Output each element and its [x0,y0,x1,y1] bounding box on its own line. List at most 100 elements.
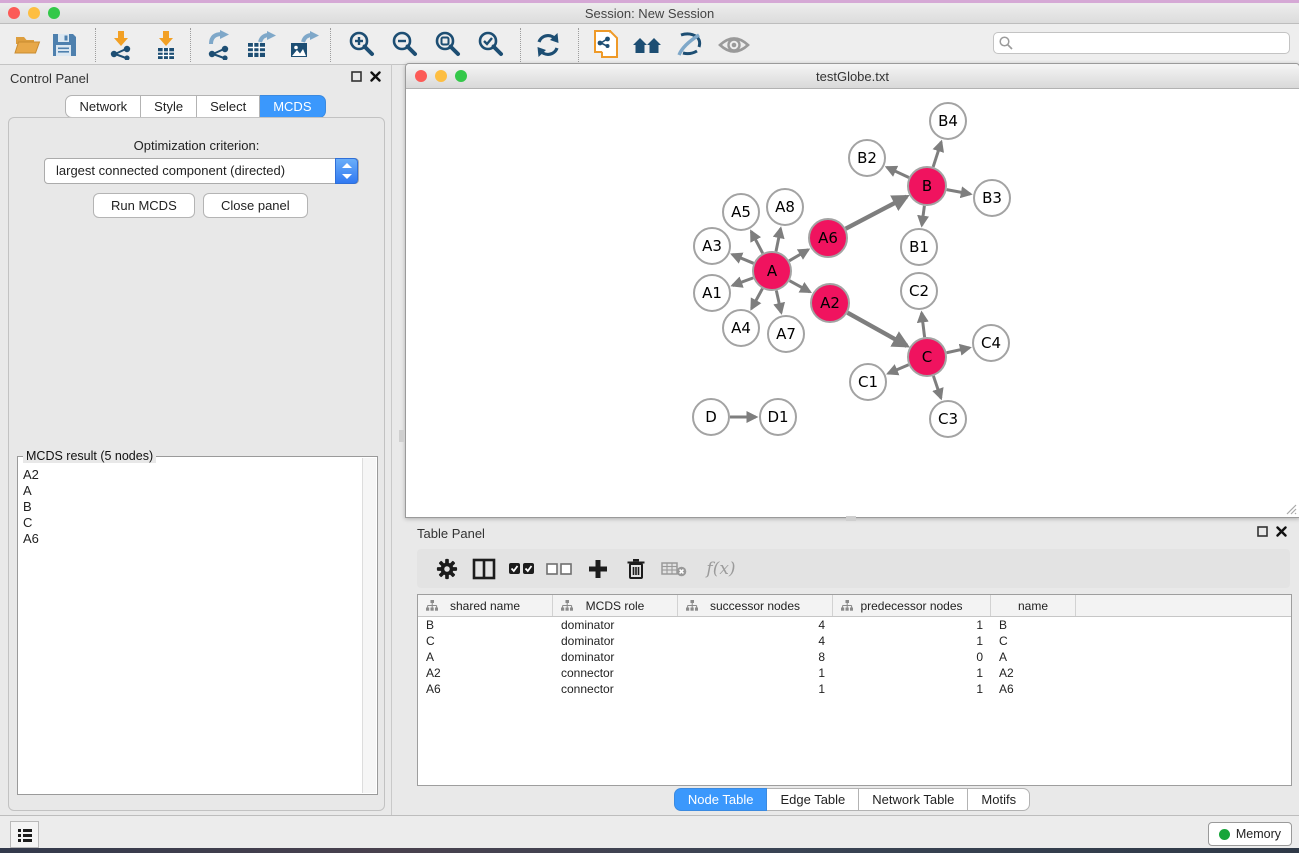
float-panel-icon[interactable] [1257,526,1268,537]
cell-name[interactable]: A2 [991,665,1076,681]
cell-successor-nodes[interactable]: 8 [678,649,833,665]
table-row[interactable]: A6connector11A6 [418,681,1291,697]
tab-select[interactable]: Select [197,95,260,118]
cell-shared-name[interactable]: A [418,649,553,665]
table-row[interactable]: Bdominator41B [418,617,1291,633]
cell-shared-name[interactable]: A2 [418,665,553,681]
edge-A-A7[interactable] [776,291,781,313]
cell-successor-nodes[interactable]: 4 [678,617,833,633]
zoom-fit-icon[interactable] [432,29,464,61]
add-icon[interactable] [583,554,613,584]
cell-mcds-role[interactable]: dominator [553,649,678,665]
select-all-icon[interactable] [507,554,537,584]
export-table-icon[interactable] [245,29,277,61]
tab-style[interactable]: Style [141,95,197,118]
result-item[interactable]: A2 [21,467,361,483]
cell-predecessor-nodes[interactable]: 1 [833,617,991,633]
result-item[interactable]: A6 [21,531,361,547]
table-row[interactable]: Adominator80A [418,649,1291,665]
graphics-details-icon[interactable] [674,29,706,61]
edge-C-C1[interactable] [888,365,908,374]
cell-mcds-role[interactable]: connector [553,665,678,681]
edge-A-A6[interactable] [789,250,808,261]
settings-gear-icon[interactable] [432,554,462,584]
cell-mcds-role[interactable]: dominator [553,633,678,649]
show-columns-icon[interactable] [469,554,499,584]
cell-mcds-role[interactable]: dominator [553,617,678,633]
eye-icon[interactable] [718,29,750,61]
edge-C-C3[interactable] [933,376,941,398]
cell-shared-name[interactable]: C [418,633,553,649]
edge-A-A4[interactable] [752,289,763,309]
save-session-icon[interactable] [48,29,80,61]
tab-network[interactable]: Network [65,95,141,118]
edge-B-B1[interactable] [922,206,925,225]
cell-mcds-role[interactable]: connector [553,681,678,697]
close-panel-button[interactable]: Close panel [203,193,308,218]
column-header-shared-name[interactable]: shared name [418,595,553,616]
cell-predecessor-nodes[interactable]: 1 [833,681,991,697]
import-network-icon[interactable] [105,29,137,61]
task-history-button[interactable] [10,821,39,848]
first-neighbors-icon[interactable] [632,29,664,61]
open-file-icon[interactable] [12,29,44,61]
close-panel-icon[interactable] [370,71,381,82]
edge-A-A8[interactable] [776,229,781,252]
network-canvas[interactable]: A5A8A3AA6A1A4A7A2B2BB4B3B1C2CC4C1C3DD1 [406,89,1297,516]
edge-A-A5[interactable] [751,231,762,253]
network-window-titlebar[interactable]: testGlobe.txt [406,64,1299,89]
edge-C-C2[interactable] [922,313,925,337]
cell-shared-name[interactable]: B [418,617,553,633]
cell-successor-nodes[interactable]: 4 [678,633,833,649]
resize-grip-icon[interactable] [1285,503,1297,515]
search-input[interactable] [993,32,1290,54]
cell-successor-nodes[interactable]: 1 [678,665,833,681]
memory-button[interactable]: Memory [1208,822,1292,846]
edge-A-A3[interactable] [732,254,753,263]
result-item[interactable]: C [21,515,361,531]
column-header-successor-nodes[interactable]: successor nodes [678,595,833,616]
cell-name[interactable]: A6 [991,681,1076,697]
table-row[interactable]: Cdominator41C [418,633,1291,649]
deselect-all-icon[interactable] [544,554,574,584]
tab-motifs[interactable]: Motifs [968,788,1030,811]
zoom-in-icon[interactable] [346,29,378,61]
table-row[interactable]: A2connector11A2 [418,665,1291,681]
result-item[interactable]: A [21,483,361,499]
result-scrollbar[interactable] [362,458,376,793]
cell-name[interactable]: C [991,633,1076,649]
float-panel-icon[interactable] [351,71,362,82]
refresh-icon[interactable] [532,29,564,61]
zoom-selected-icon[interactable] [475,29,507,61]
tab-network-table[interactable]: Network Table [859,788,968,811]
export-image-icon[interactable] [288,29,320,61]
edge-B-B2[interactable] [887,167,909,177]
function-builder-icon[interactable]: f(x) [699,554,743,584]
column-header-mcds-role[interactable]: MCDS role [553,595,678,616]
edge-A2-C[interactable] [847,313,906,346]
cell-name[interactable]: B [991,617,1076,633]
column-header-name[interactable]: name [991,595,1076,616]
optimization-criterion-select[interactable]: largest connected component (directed) [44,158,359,184]
edge-A-A2[interactable] [790,281,810,292]
close-panel-icon[interactable] [1276,526,1287,537]
tab-mcds[interactable]: MCDS [260,95,325,118]
edge-A6-B[interactable] [846,197,907,229]
cell-predecessor-nodes[interactable]: 1 [833,665,991,681]
column-header-predecessor-nodes[interactable]: predecessor nodes [833,595,991,616]
export-network-icon[interactable] [203,29,235,61]
run-mcds-button[interactable]: Run MCDS [93,193,195,218]
import-table-icon[interactable] [150,29,182,61]
delete-icon[interactable] [621,554,651,584]
edge-B-B4[interactable] [933,142,941,167]
cell-successor-nodes[interactable]: 1 [678,681,833,697]
splitter-handle[interactable] [399,430,404,442]
cell-shared-name[interactable]: A6 [418,681,553,697]
edge-C-C4[interactable] [947,348,970,353]
edge-B-B3[interactable] [947,190,971,194]
new-network-from-selection-icon[interactable] [590,29,622,61]
cell-name[interactable]: A [991,649,1076,665]
tab-node-table[interactable]: Node Table [674,788,768,811]
edge-A-A1[interactable] [733,278,754,286]
tab-edge-table[interactable]: Edge Table [767,788,859,811]
